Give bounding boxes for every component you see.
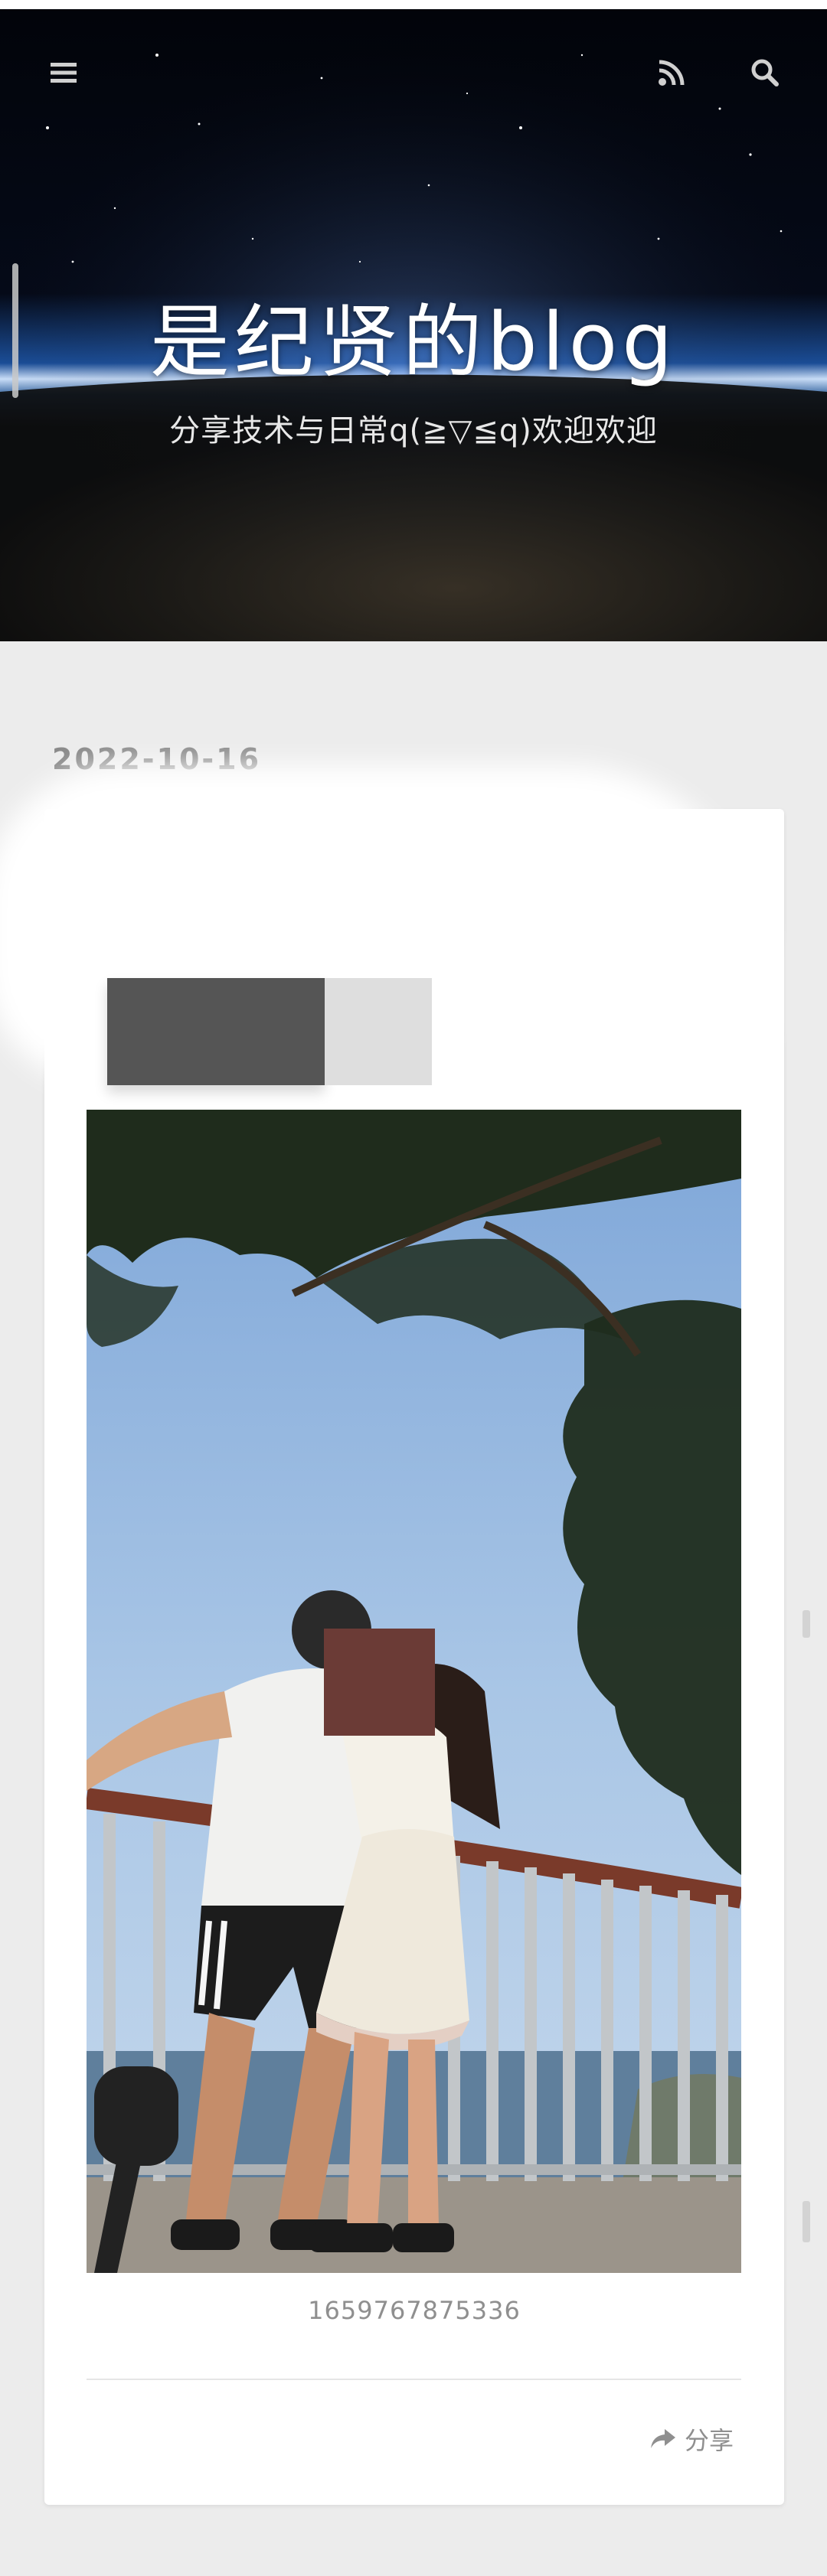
rss-button[interactable] bbox=[652, 54, 691, 92]
search-icon bbox=[751, 59, 779, 86]
share-label: 分享 bbox=[685, 2426, 734, 2455]
redacted-block-dark bbox=[107, 978, 325, 1085]
redacted-block-light bbox=[325, 978, 432, 1085]
site-title[interactable]: 是纪贤的blog bbox=[0, 277, 827, 393]
photo-caption: 1659767875336 bbox=[308, 2296, 521, 2325]
card-divider bbox=[87, 2379, 741, 2380]
share-icon bbox=[651, 2429, 675, 2448]
menu-icon bbox=[51, 63, 77, 83]
site-header: 是纪贤的blog 分享技术与日常q(≧▽≦q)欢迎欢迎 bbox=[0, 9, 827, 641]
status-strip bbox=[0, 0, 827, 9]
post-photo[interactable] bbox=[87, 1110, 741, 2273]
photo-illustration bbox=[87, 1110, 741, 2273]
scrollbar-thumb-lower[interactable] bbox=[802, 2201, 810, 2242]
scrollbar-thumb-upper[interactable] bbox=[802, 1610, 810, 1638]
rss-icon bbox=[659, 60, 685, 86]
menu-button[interactable] bbox=[44, 54, 83, 92]
search-button[interactable] bbox=[746, 54, 784, 92]
share-button[interactable]: 分享 bbox=[649, 2420, 734, 2458]
site-subtitle: 分享技术与日常q(≧▽≦q)欢迎欢迎 bbox=[169, 413, 658, 448]
